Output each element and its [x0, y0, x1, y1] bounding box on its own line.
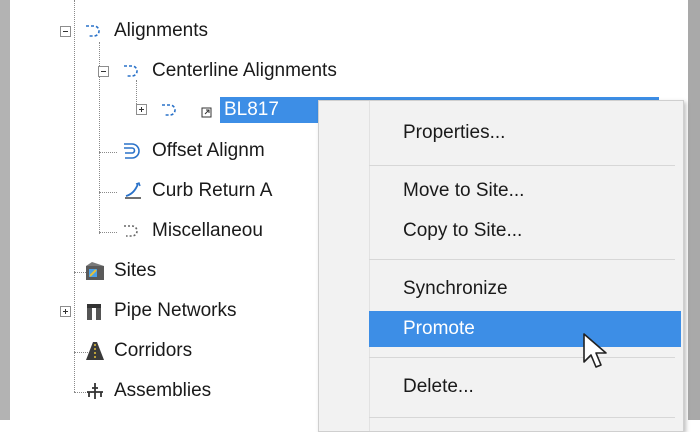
mouse-cursor-icon: [582, 332, 608, 378]
tree-item-alignments[interactable]: Alignments: [84, 16, 208, 46]
tree-connector: [74, 0, 75, 392]
menu-item-label: Delete...: [403, 376, 474, 397]
context-menu: Properties... Move to Site... Copy to Si…: [318, 100, 684, 432]
collapse-icon[interactable]: [98, 66, 109, 77]
tree-item-pipe-networks[interactable]: Pipe Networks: [84, 296, 237, 326]
corridor-icon: [84, 340, 106, 362]
menu-item-label: Synchronize: [403, 278, 508, 299]
menu-separator: [369, 259, 675, 260]
tree-item-assemblies[interactable]: Assemblies: [84, 376, 211, 406]
tree-item-label: Assemblies: [114, 380, 212, 401]
menu-item-properties[interactable]: Properties...: [369, 115, 681, 151]
tree-item-label: Corridors: [114, 340, 193, 361]
menu-item-delete[interactable]: Delete...: [369, 369, 681, 405]
pipe-network-icon: [84, 300, 106, 322]
menu-separator: [369, 165, 675, 166]
menu-item-copy-to-site[interactable]: Copy to Site...: [369, 213, 681, 249]
tree-item-label: Sites: [114, 260, 157, 281]
alignment-icon: [160, 99, 182, 121]
menu-separator: [369, 417, 675, 418]
reference-icon: [200, 103, 214, 118]
tree-connector: [99, 152, 117, 153]
tree-item-miscellaneous-alignments[interactable]: Miscellaneou: [122, 216, 263, 246]
sites-icon: [84, 260, 106, 282]
menu-item-label: Properties...: [403, 122, 506, 143]
tree-item-label: Offset Alignm: [152, 140, 265, 161]
alignment-icon: [122, 60, 144, 82]
menu-item-move-to-site[interactable]: Move to Site...: [369, 173, 681, 209]
curb-return-icon: [122, 180, 144, 202]
tree-item-corridors[interactable]: Corridors: [84, 336, 192, 366]
tree-item-label: Miscellaneou: [152, 220, 263, 241]
tree-item-label: Curb Return A: [152, 180, 273, 201]
tree-item-offset-alignments[interactable]: Offset Alignm: [122, 136, 265, 166]
menu-item-promote[interactable]: Promote: [369, 311, 681, 347]
offset-alignment-icon: [122, 140, 144, 162]
menu-item-synchronize[interactable]: Synchronize: [369, 271, 681, 307]
menu-item-label: Move to Site...: [403, 180, 525, 201]
assembly-icon: [84, 380, 106, 402]
tree-item-sites[interactable]: Sites: [84, 256, 156, 286]
alignment-icon: [84, 20, 106, 42]
expand-icon[interactable]: [136, 104, 147, 115]
tree-connector: [99, 232, 117, 233]
tree-item-centerline-alignments[interactable]: Centerline Alignments: [122, 56, 337, 86]
tree-item-label: Centerline Alignments: [152, 60, 337, 81]
window-frame-left: [0, 0, 10, 420]
tree-item-label: Pipe Networks: [114, 300, 237, 321]
menu-item-label: Copy to Site...: [403, 220, 523, 241]
collapse-icon[interactable]: [60, 26, 71, 37]
misc-alignment-icon: [122, 220, 144, 242]
menu-item-label: Promote: [403, 318, 475, 339]
menu-separator: [369, 357, 675, 358]
tree-connector: [99, 192, 117, 193]
tree-item-curb-return-alignments[interactable]: Curb Return A: [122, 176, 272, 206]
window-frame-right: [688, 0, 700, 420]
tree-item-label: Alignments: [114, 20, 208, 41]
expand-icon[interactable]: [60, 306, 71, 317]
